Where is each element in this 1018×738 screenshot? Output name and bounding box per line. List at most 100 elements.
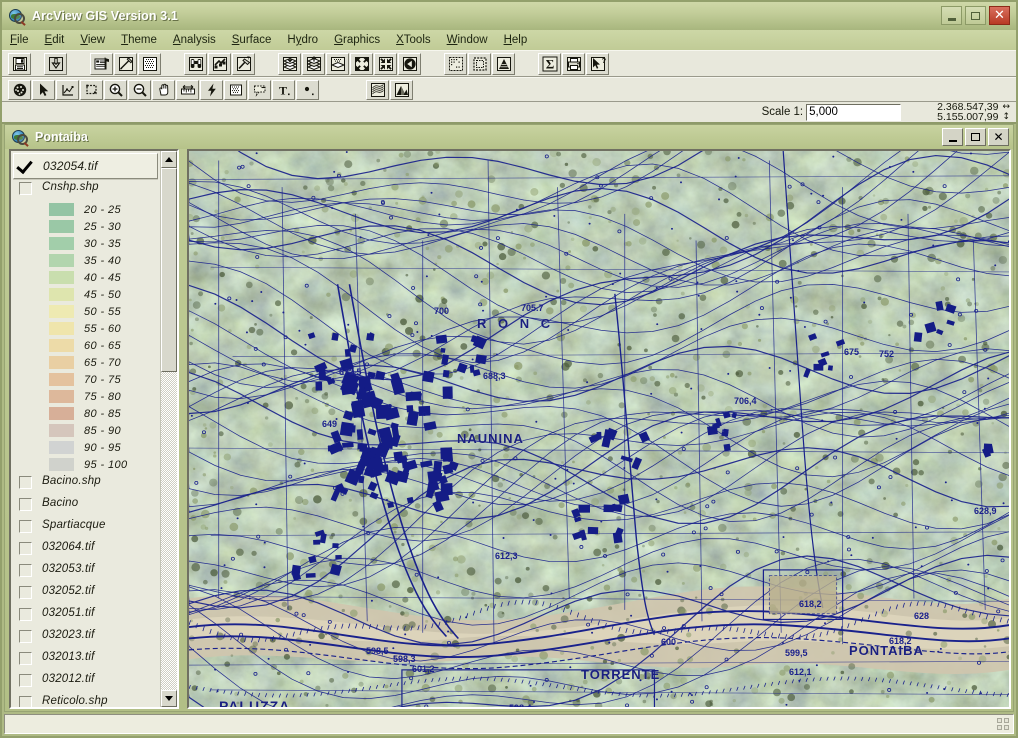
map-view[interactable]: R O N C NAUNINA PALUZZA TORRENTE PONTAIBA 700… (187, 149, 1011, 709)
legend-class-row[interactable]: 85 - 90 (11, 422, 160, 439)
legend-class-row[interactable]: 45 - 50 (11, 286, 160, 303)
toc-entry-032051-tif[interactable]: 032051.tif (11, 605, 160, 627)
histogram-button[interactable] (492, 52, 515, 75)
zoom-active-theme-button[interactable] (444, 52, 467, 75)
tool-vertex-edit[interactable] (56, 79, 79, 100)
tool-identify-globe[interactable] (8, 79, 31, 100)
toc-entry-032023-tif[interactable]: 032023.tif (11, 627, 160, 649)
zoom-out-fixed-button[interactable] (374, 52, 397, 75)
checkbox-unchecked-icon[interactable] (19, 520, 32, 533)
legend-class-row[interactable]: 25 - 30 (11, 218, 160, 235)
toc-entry-032053-tif[interactable]: 032053.tif (11, 561, 160, 583)
tool-pan[interactable] (152, 79, 175, 100)
menu-item-xtools[interactable]: XTools (396, 33, 440, 47)
zoom-previous-button[interactable] (398, 52, 421, 75)
toc-entry-bacino[interactable]: Bacino (11, 495, 160, 517)
edit-legend-button[interactable] (114, 52, 137, 75)
toc-entry-bacino-shp[interactable]: Bacino.shp (11, 473, 160, 495)
map-canvas[interactable]: R O N C NAUNINA PALUZZA TORRENTE PONTAIBA 700… (189, 151, 1009, 707)
menu-item-surface[interactable]: Surface (232, 33, 281, 47)
tool-draw-point[interactable] (296, 79, 319, 100)
checkbox-checked-icon[interactable] (20, 160, 33, 173)
menu-item-help[interactable]: Help (504, 33, 537, 47)
legend-class-row[interactable]: 50 - 55 (11, 303, 160, 320)
tool-label[interactable] (248, 79, 271, 100)
tool-select-shape[interactable] (80, 79, 103, 100)
context-help-button[interactable]: ? (586, 52, 609, 75)
menu-item-window[interactable]: Window (447, 33, 497, 47)
checkbox-unchecked-icon[interactable] (19, 542, 32, 555)
select-features-button[interactable] (278, 52, 301, 75)
scrollbar-track[interactable] (161, 168, 177, 690)
tool-pointer[interactable] (32, 79, 55, 100)
legend-class-row[interactable]: 35 - 40 (11, 252, 160, 269)
checkbox-unchecked-icon[interactable] (19, 564, 32, 577)
tool-measure[interactable] (176, 79, 199, 100)
toc-entry-032054-tif[interactable]: 032054.tif (13, 153, 158, 179)
find-button[interactable] (184, 52, 207, 75)
close-button[interactable]: ✕ (989, 6, 1010, 25)
toc-scrollbar[interactable] (160, 151, 177, 707)
scrollbar-thumb[interactable] (161, 168, 177, 372)
legend-class-row[interactable]: 80 - 85 (11, 405, 160, 422)
zoom-in-fixed-button[interactable] (350, 52, 373, 75)
legend-class-row[interactable]: 75 - 80 (11, 388, 160, 405)
menu-item-view[interactable]: View (80, 33, 114, 47)
zoom-full-extent-button[interactable] (468, 52, 491, 75)
zoom-to-selected-button[interactable] (326, 52, 349, 75)
add-theme-button[interactable] (44, 52, 67, 75)
view-minimize-button[interactable] (942, 128, 963, 146)
legend-class-row[interactable]: 70 - 75 (11, 371, 160, 388)
toc-entry-032052-tif[interactable]: 032052.tif (11, 583, 160, 605)
menu-item-hydro[interactable]: Hydro (287, 33, 327, 47)
view-close-button[interactable]: ✕ (988, 128, 1009, 146)
legend-class-row[interactable]: 30 - 35 (11, 235, 160, 252)
legend-class-row[interactable]: 90 - 95 (11, 439, 160, 456)
checkbox-unchecked-icon[interactable] (19, 586, 32, 599)
legend-class-row[interactable]: 55 - 60 (11, 320, 160, 337)
menu-item-edit[interactable]: Edit (45, 33, 74, 47)
resize-grip-icon[interactable] (997, 717, 1010, 731)
checkbox-unchecked-icon[interactable] (19, 696, 32, 707)
checkbox-unchecked-icon[interactable] (19, 674, 32, 687)
checkbox-unchecked-icon[interactable] (19, 476, 32, 489)
checkbox-unchecked-icon[interactable] (19, 608, 32, 621)
clear-selection-button[interactable] (302, 52, 325, 75)
maximize-button[interactable] (965, 6, 986, 25)
minimize-button[interactable] (941, 6, 962, 25)
open-table-button[interactable] (138, 52, 161, 75)
save-project-button[interactable] (8, 52, 31, 75)
theme-properties-button[interactable] (90, 52, 113, 75)
tool-profile[interactable] (366, 79, 389, 100)
scroll-up-button[interactable] (161, 151, 177, 168)
print-button[interactable] (562, 52, 585, 75)
legend-class-row[interactable]: 95 - 100 (11, 456, 160, 473)
toc-entry-032064-tif[interactable]: 032064.tif (11, 539, 160, 561)
checkbox-unchecked-icon[interactable] (19, 630, 32, 643)
tool-zoom-out[interactable] (128, 79, 151, 100)
menu-item-file[interactable]: File (10, 33, 38, 47)
legend-class-row[interactable]: 40 - 45 (11, 269, 160, 286)
checkbox-unchecked-icon[interactable] (19, 182, 32, 195)
tool-hot-link[interactable] (224, 79, 247, 100)
toc-entry-spartiacque[interactable]: Spartiacque (11, 517, 160, 539)
tool-text[interactable]: T (272, 79, 295, 100)
menu-item-graphics[interactable]: Graphics (334, 33, 389, 47)
locate-address-button[interactable] (208, 52, 231, 75)
toc-entry-032013-tif[interactable]: 032013.tif (11, 649, 160, 671)
tool-zoom-in[interactable] (104, 79, 127, 100)
tool-hillshade[interactable] (390, 79, 413, 100)
scroll-down-button[interactable] (161, 690, 177, 707)
checkbox-unchecked-icon[interactable] (19, 652, 32, 665)
legend-class-row[interactable]: 65 - 70 (11, 354, 160, 371)
tool-identify[interactable] (200, 79, 223, 100)
legend-class-row[interactable]: 20 - 25 (11, 201, 160, 218)
toc-entry-032012-tif[interactable]: 032012.tif (11, 671, 160, 693)
summarize-button[interactable]: Σ (538, 52, 561, 75)
menu-item-theme[interactable]: Theme (121, 33, 166, 47)
checkbox-unchecked-icon[interactable] (19, 498, 32, 511)
legend-class-row[interactable]: 60 - 65 (11, 337, 160, 354)
toc-entry-reticolo-shp[interactable]: Reticolo.shp (11, 693, 160, 707)
toc-entry-cnshp-shp[interactable]: Cnshp.shp (11, 179, 160, 201)
query-builder-button[interactable]: ? (232, 52, 255, 75)
